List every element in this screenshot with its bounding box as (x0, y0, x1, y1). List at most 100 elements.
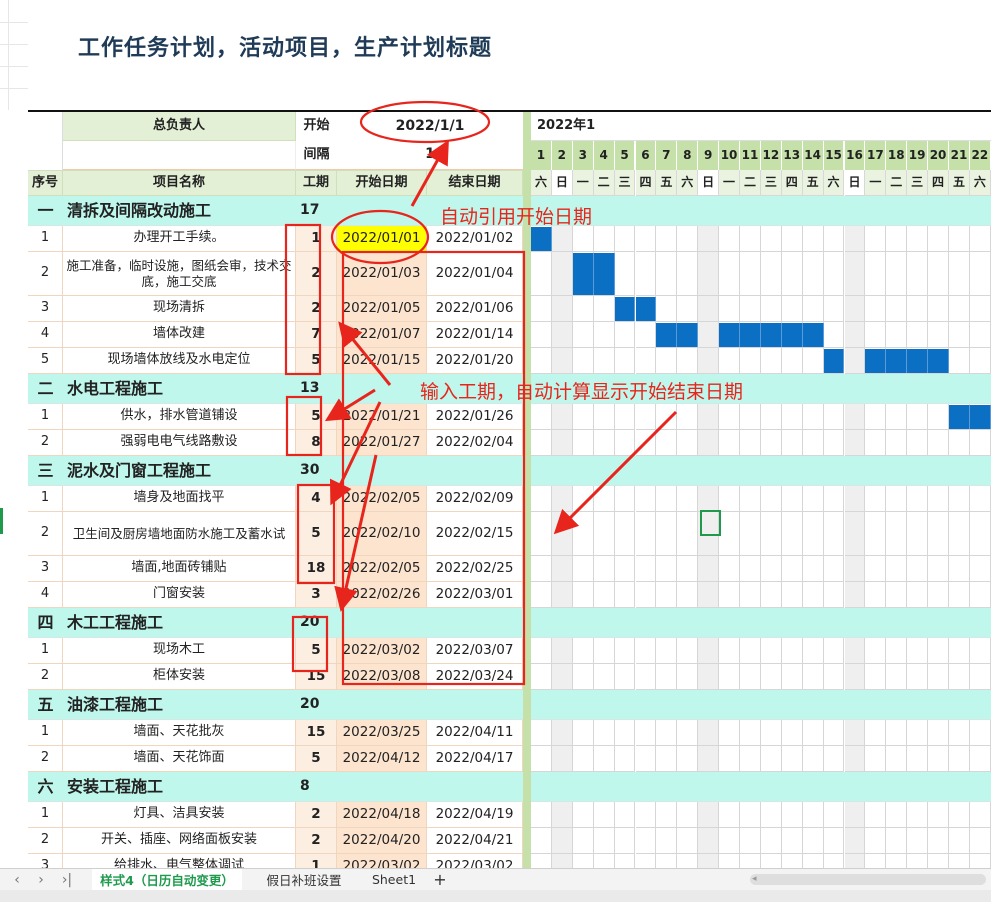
task-seq: 2 (28, 430, 63, 456)
task-duration-input[interactable]: 5 (296, 348, 337, 374)
task-duration-input[interactable]: 5 (296, 638, 337, 664)
task-duration-input[interactable]: 7 (296, 322, 337, 348)
task-duration-input[interactable]: 4 (296, 486, 337, 512)
task-duration-input[interactable]: 1 (296, 854, 337, 868)
task-end-date: 2022/04/17 (427, 746, 523, 772)
gantt-day-cell (740, 512, 761, 556)
gantt-day-cell (698, 556, 720, 582)
task-duration-input[interactable]: 2 (296, 802, 337, 828)
task-name[interactable]: 现场木工 (63, 638, 296, 664)
task-duration-input[interactable]: 15 (296, 720, 337, 746)
tab-sheet1[interactable]: Sheet1 (362, 869, 426, 890)
selected-cell[interactable] (700, 510, 721, 536)
task-start-date: 2022/01/05 (337, 296, 427, 322)
task-seq: 2 (28, 828, 63, 854)
page-title: 工作任务计划，活动项目，生产计划标题 (78, 36, 493, 61)
gantt-day-cell (823, 226, 845, 252)
task-seq: 3 (28, 296, 63, 322)
task-duration-input[interactable]: 15 (296, 664, 337, 690)
tab-holiday-settings[interactable]: 假日补班设置 (252, 869, 356, 890)
task-name[interactable]: 柜体安装 (63, 664, 296, 690)
day-number-4: 4 (593, 141, 615, 170)
task-name[interactable]: 给排水、电气整体调试 (63, 854, 296, 868)
day-number-16: 16 (844, 141, 866, 170)
gantt-day-cell (907, 296, 929, 322)
gantt-day-cell (760, 664, 782, 690)
gantt-day-cell (531, 720, 552, 746)
task-duration-input[interactable]: 1 (296, 226, 337, 252)
gantt-day-cell (614, 582, 636, 608)
task-name[interactable]: 墙面,地面砖铺贴 (63, 556, 296, 582)
gantt-day-cell (551, 486, 573, 512)
gantt-day-cell (614, 638, 636, 664)
task-start-date: 2022/01/21 (337, 404, 427, 430)
gantt-day-cell (844, 746, 866, 772)
task-name[interactable]: 墙面、天花饰面 (63, 746, 296, 772)
task-name[interactable]: 灯具、洁具安装 (63, 802, 296, 828)
gantt-day-cell (802, 404, 824, 430)
gantt-day-cell (844, 486, 866, 512)
task-duration-input[interactable]: 5 (296, 746, 337, 772)
gantt-day-cell (531, 828, 552, 854)
gantt-day-cell (740, 638, 761, 664)
task-duration-input[interactable]: 8 (296, 430, 337, 456)
gantt-day-cell (781, 664, 803, 690)
gantt-day-cell (907, 226, 929, 252)
task-name[interactable]: 施工准备，临时设施，图纸会审，技术交底，施工交底 (63, 252, 296, 296)
gantt-day-cell (928, 828, 949, 854)
task-duration-input[interactable]: 2 (296, 252, 337, 296)
gantt-day-cell (656, 296, 678, 322)
gantt-day-cell (719, 512, 740, 556)
gantt-day-cell (531, 430, 552, 456)
task-duration-input[interactable]: 2 (296, 828, 337, 854)
task-end-date: 2022/04/19 (427, 802, 523, 828)
task-name[interactable]: 办理开工手续。 (63, 226, 296, 252)
gantt-day-cell (823, 430, 845, 456)
gantt-day-cell (677, 854, 699, 868)
start-date-input[interactable]: 2022/1/1 (337, 112, 523, 141)
spreadsheet-grid[interactable]: 总负责人 开始 2022/1/1 间隔 1 序号 项目名称 工期 开始日期 结束日期 2022年1 1… (0, 0, 991, 868)
task-name[interactable]: 门窗安装 (63, 582, 296, 608)
task-duration-input[interactable]: 18 (296, 556, 337, 582)
tab-last-icon[interactable]: ›| (56, 869, 78, 890)
task-name[interactable]: 现场清拆 (63, 296, 296, 322)
gantt-day-cell (781, 720, 803, 746)
col-gridline (8, 0, 9, 110)
gantt-day-cell (572, 638, 594, 664)
task-name[interactable]: 现场墙体放线及水电定位 (63, 348, 296, 374)
task-name[interactable]: 供水，排水管道铺设 (63, 404, 296, 430)
task-name[interactable]: 墙身及地面找平 (63, 486, 296, 512)
task-duration-input[interactable]: 5 (296, 404, 337, 430)
day-number-6: 6 (635, 141, 657, 170)
task-duration-input[interactable]: 5 (296, 512, 337, 556)
gantt-day-cell (865, 638, 887, 664)
task-name[interactable]: 墙体改建 (63, 322, 296, 348)
task-name[interactable]: 卫生间及厨房墙地面防水施工及蓄水试 (63, 512, 296, 556)
gantt-day-cell (740, 828, 761, 854)
gantt-day-cell (698, 802, 720, 828)
gantt-day-cell (865, 322, 887, 348)
tab-next-icon[interactable]: › (30, 869, 52, 890)
gantt-day-cell (969, 556, 991, 582)
gantt-day-cell (719, 226, 740, 252)
owner-value[interactable] (63, 141, 296, 170)
task-duration-input[interactable]: 3 (296, 582, 337, 608)
gantt-day-cell (614, 802, 636, 828)
task-name[interactable]: 开关、插座、网络面板安装 (63, 828, 296, 854)
interval-input[interactable]: 1 (337, 141, 523, 170)
gantt-day-cell (677, 720, 699, 746)
gantt-day-cell (572, 828, 594, 854)
task-name[interactable]: 墙面、天花批灰 (63, 720, 296, 746)
task-duration-input[interactable]: 2 (296, 296, 337, 322)
horizontal-scrollbar[interactable] (750, 874, 986, 885)
gantt-day-cell (886, 854, 908, 868)
gantt-day-cell (614, 322, 636, 348)
add-sheet-button[interactable]: + (430, 869, 450, 890)
gantt-group-band (531, 196, 991, 226)
gantt-day-cell (531, 404, 552, 430)
tab-first-icon[interactable]: ‹ (6, 869, 28, 890)
scroll-left-icon[interactable]: ◂ (752, 875, 760, 884)
gantt-day-cell (719, 582, 740, 608)
task-name[interactable]: 强弱电电气线路敷设 (63, 430, 296, 456)
tab-style4[interactable]: 样式4（日历自动变更） (92, 869, 242, 892)
